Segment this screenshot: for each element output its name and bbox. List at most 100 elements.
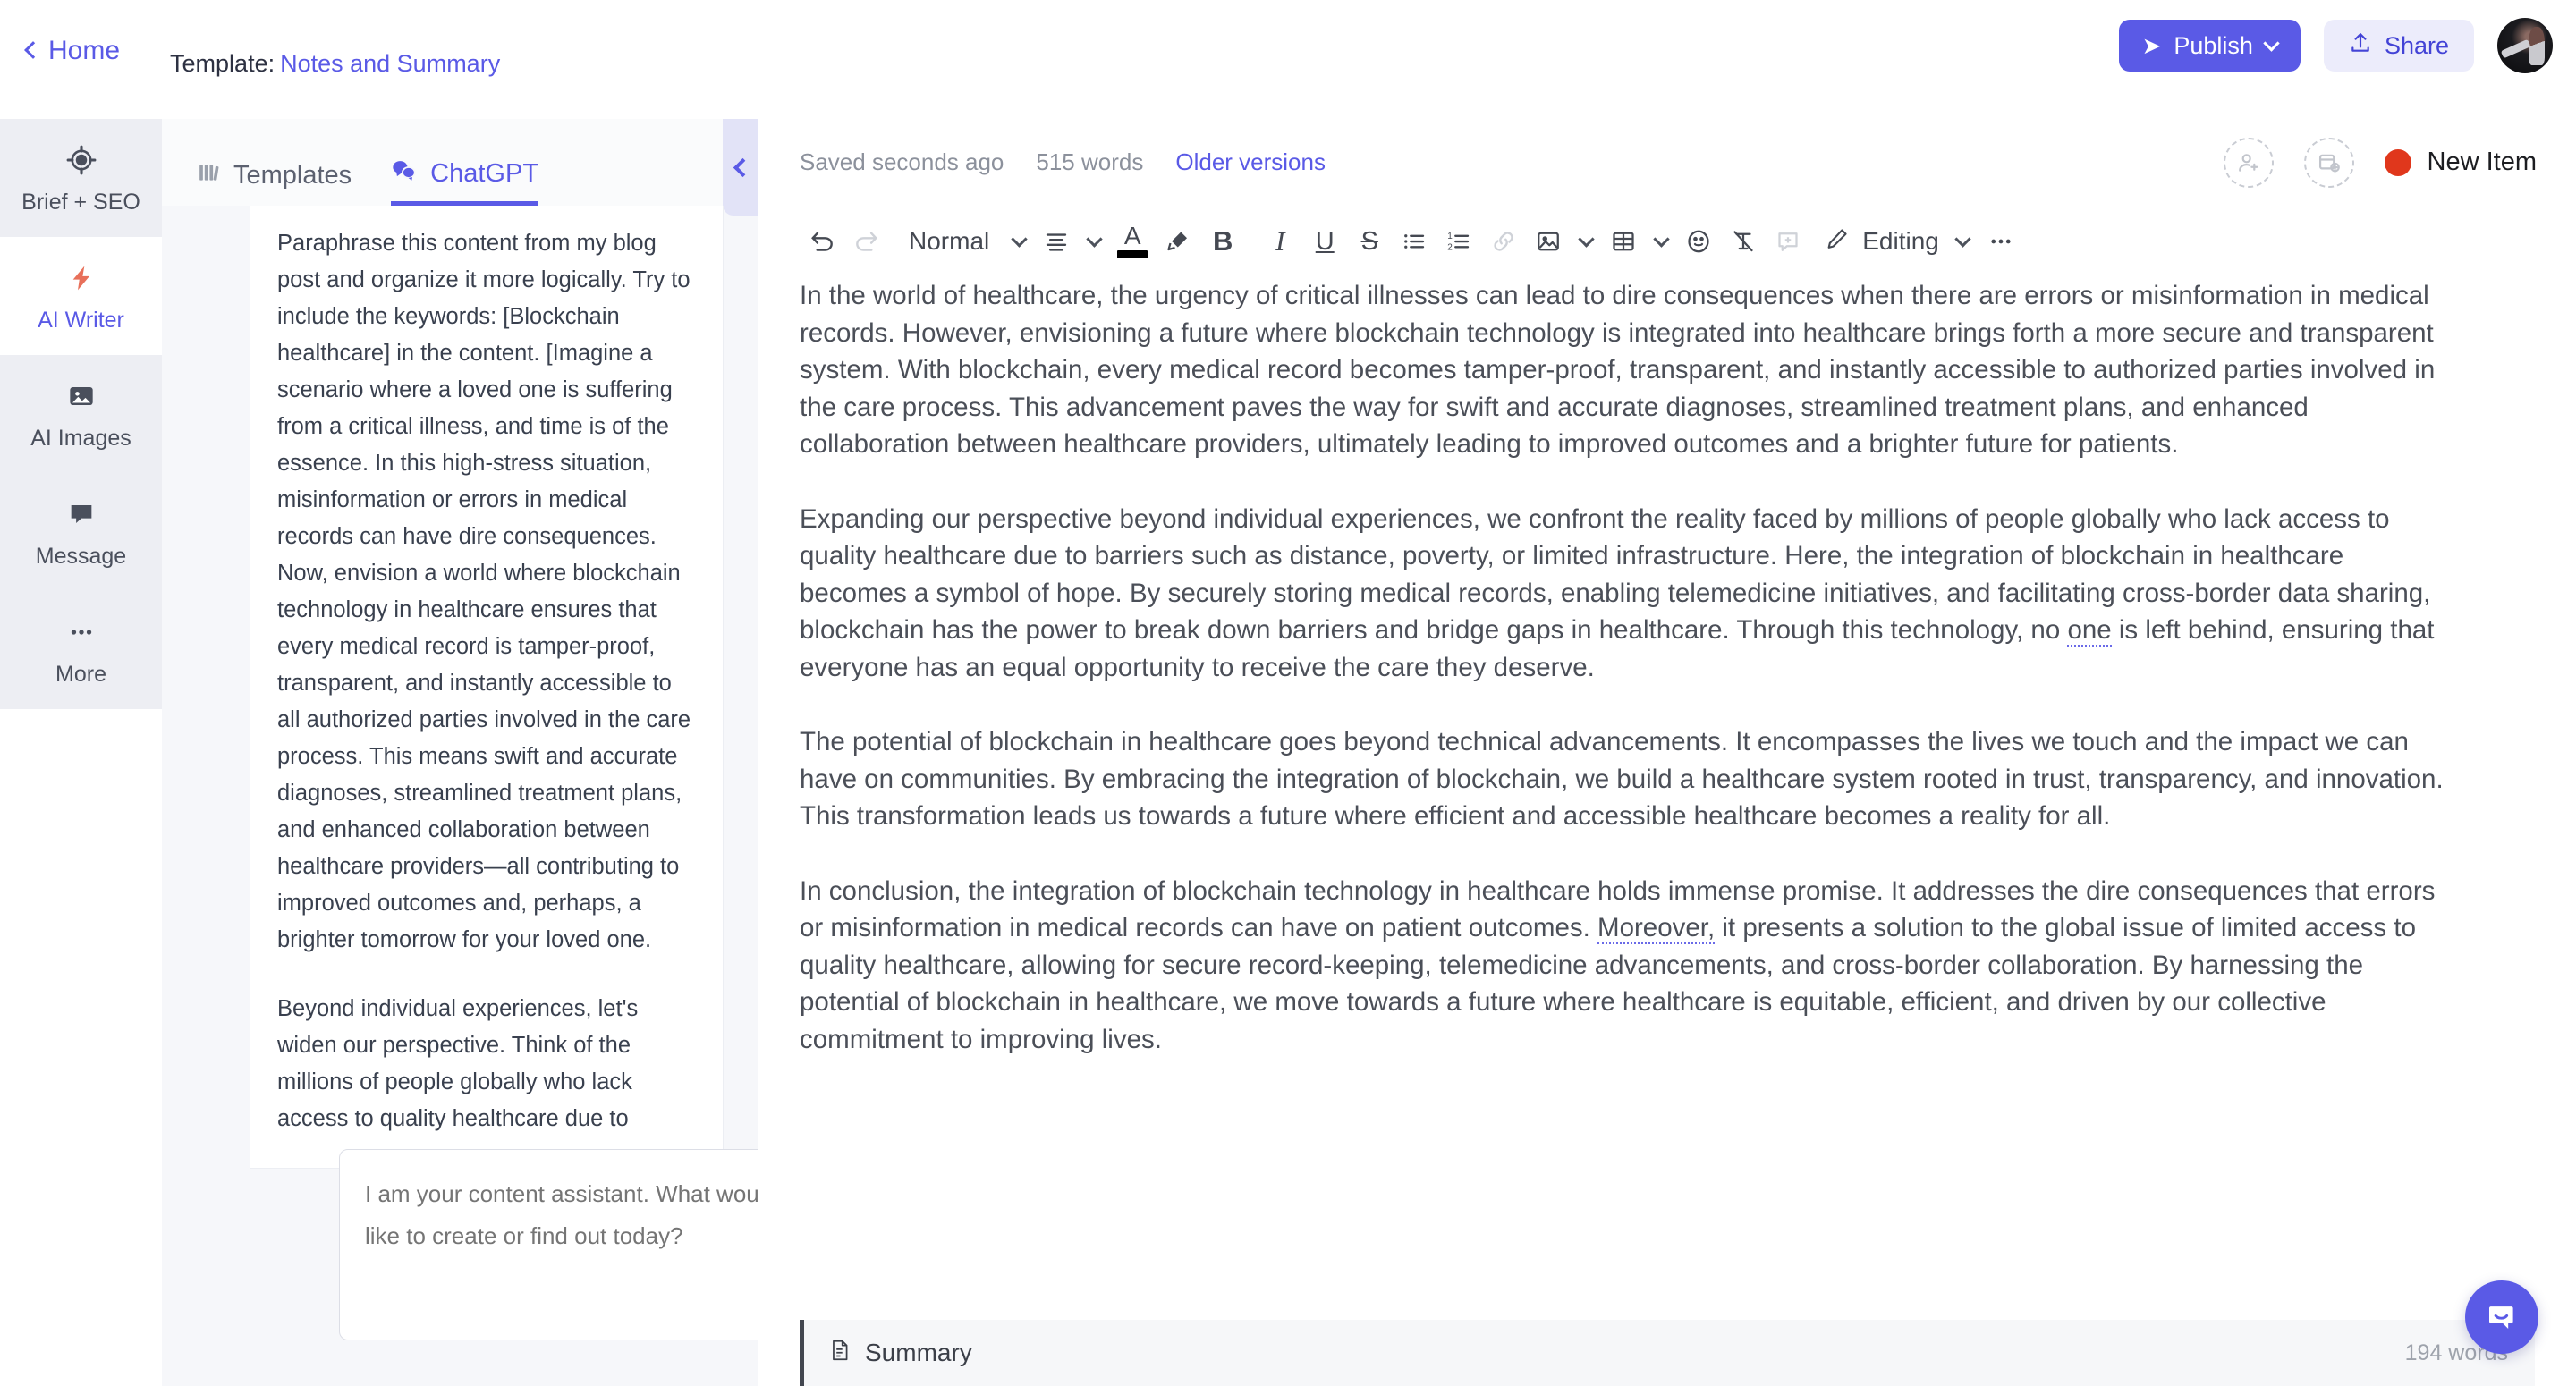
image-chevron-down-icon[interactable] (1571, 216, 1601, 266)
template-name-link[interactable]: Notes and Summary (280, 50, 500, 77)
target-icon (64, 142, 99, 178)
rail-item-brief-seo[interactable]: Brief + SEO (0, 119, 162, 237)
paragraph-style-select[interactable]: Normal (889, 216, 1004, 266)
rail-item-ai-images[interactable]: AI Images (0, 355, 162, 473)
bold-button[interactable]: B (1200, 216, 1245, 266)
rail-label-ai-writer: AI Writer (38, 308, 124, 333)
share-button[interactable]: Share (2323, 20, 2474, 72)
new-item-status[interactable]: New Item (2384, 148, 2537, 177)
image-icon (64, 378, 99, 414)
grammar-suggestion[interactable]: one (2067, 615, 2112, 647)
schedule-button[interactable] (2303, 137, 2354, 188)
message-icon (64, 496, 99, 532)
document-paragraph: In conclusion, the integration of blockc… (800, 875, 2436, 1054)
insert-image-icon[interactable] (1526, 216, 1571, 266)
chat-bubbles-icon (391, 157, 418, 190)
chat-message-paragraph-1: Paraphrase this content from my blog pos… (277, 231, 691, 952)
rail-item-ai-writer[interactable]: AI Writer (0, 237, 162, 355)
home-label: Home (48, 36, 121, 65)
insert-table-icon[interactable] (1601, 216, 1646, 266)
top-bar-actions: ➤ Publish Share (2118, 18, 2553, 73)
word-count: 515 words (1036, 148, 1144, 175)
table-chevron-down-icon[interactable] (1646, 216, 1676, 266)
text-color-button[interactable]: A (1109, 216, 1156, 266)
upload-icon (2349, 30, 2372, 62)
emoji-icon[interactable] (1676, 216, 1721, 266)
rail-item-message[interactable]: Message (0, 473, 162, 591)
svg-text:1: 1 (1447, 232, 1453, 241)
breadcrumb: Template: Notes and Summary (170, 50, 500, 78)
tab-templates[interactable]: Templates (198, 119, 352, 206)
collapse-panel-button[interactable] (723, 119, 758, 216)
paragraph-style-label: Normal (909, 227, 990, 255)
share-label: Share (2384, 31, 2449, 59)
template-prefix-label: Template: (170, 50, 275, 77)
add-comment-icon[interactable] (1766, 216, 1810, 266)
pencil-icon (1825, 226, 1850, 258)
chevron-left-icon (733, 157, 752, 177)
underline-button[interactable]: U (1302, 216, 1347, 266)
publish-button[interactable]: ➤ Publish (2118, 20, 2301, 72)
tab-chatgpt[interactable]: ChatGPT (391, 119, 539, 206)
left-rail: Brief + SEO AI Writer AI Images Message … (0, 119, 162, 1386)
publish-label: Publish (2174, 31, 2253, 59)
paragraph-style-chevron-down-icon[interactable] (1004, 216, 1034, 266)
undo-icon[interactable] (800, 216, 844, 266)
rail-item-more[interactable]: More (0, 591, 162, 709)
chat-message-paragraph-2: Beyond individual experiences, let's wid… (277, 996, 639, 1131)
avatar[interactable] (2497, 18, 2553, 73)
align-chevron-down-icon[interactable] (1079, 216, 1109, 266)
align-icon[interactable] (1034, 216, 1079, 266)
ellipsis-icon (64, 614, 99, 650)
editing-mode-label: Editing (1862, 227, 1939, 255)
app-root: Home Template: Notes and Summary ➤ Publis… (0, 0, 2576, 1386)
editor-toolbar: Normal A B I U S 1 2 Editing (758, 206, 2576, 277)
tab-chatgpt-label: ChatGPT (430, 158, 539, 188)
older-versions-link[interactable]: Older versions (1175, 148, 1326, 176)
document-paragraph: Expanding our perspective beyond individ… (800, 503, 2435, 682)
redo-icon[interactable] (844, 216, 889, 266)
document-body[interactable]: In the world of healthcare, the urgency … (758, 277, 2576, 1307)
lightning-icon (64, 260, 99, 296)
editor-meta-bar: Saved seconds ago 515 words Older versio… (758, 119, 2576, 206)
chevron-left-icon (24, 41, 42, 59)
italic-button[interactable]: I (1258, 216, 1302, 266)
chat-panel: Templates ChatGPT Paraphrase this conten… (162, 119, 876, 1386)
more-options-icon[interactable] (1979, 216, 2023, 266)
highlight-icon[interactable] (1156, 216, 1200, 266)
support-chat-button[interactable] (2465, 1280, 2538, 1354)
link-icon[interactable] (1481, 216, 1526, 266)
summary-title: Summary (829, 1339, 972, 1368)
rail-label-brief-seo: Brief + SEO (21, 190, 140, 215)
add-collaborator-button[interactable] (2223, 137, 2274, 188)
chevron-down-icon[interactable] (2263, 35, 2280, 52)
clear-formatting-icon[interactable] (1721, 216, 1766, 266)
editor-pane: Saved seconds ago 515 words Older versio… (758, 119, 2576, 1386)
rail-label-ai-images: AI Images (30, 426, 131, 451)
editor-meta-actions: New Item (2223, 137, 2537, 188)
rail-label-message: Message (35, 544, 127, 569)
send-icon: ➤ (2141, 32, 2162, 59)
new-item-label: New Item (2427, 148, 2537, 176)
summary-title-label: Summary (865, 1339, 972, 1366)
editing-mode-button[interactable]: Editing (1810, 216, 1948, 266)
chat-message: Paraphrase this content from my blog pos… (250, 206, 724, 1169)
svg-text:2: 2 (1447, 242, 1453, 252)
numbered-list-icon[interactable]: 1 2 (1436, 216, 1481, 266)
grammar-suggestion[interactable]: Moreover, (1597, 913, 1716, 944)
body: Brief + SEO AI Writer AI Images Message … (0, 119, 2576, 1386)
text-color-swatch (1117, 250, 1148, 258)
document-paragraph: The potential of blockchain in healthcar… (800, 727, 2444, 831)
chat-panel-tabs: Templates ChatGPT (162, 119, 758, 216)
tab-templates-label: Templates (233, 161, 352, 190)
home-back-link[interactable]: Home (24, 36, 121, 66)
strikethrough-button[interactable]: S (1347, 216, 1392, 266)
top-bar: Home Template: Notes and Summary ➤ Publis… (0, 0, 2576, 119)
document-paragraph: In the world of healthcare, the urgency … (800, 281, 2436, 459)
editing-chevron-down-icon[interactable] (1948, 216, 1979, 266)
status-badge (2384, 148, 2411, 176)
templates-icon (198, 161, 221, 191)
bulleted-list-icon[interactable] (1392, 216, 1436, 266)
summary-section[interactable]: Summary 194 words (800, 1320, 2535, 1386)
saved-status: Saved seconds ago (800, 148, 1004, 175)
